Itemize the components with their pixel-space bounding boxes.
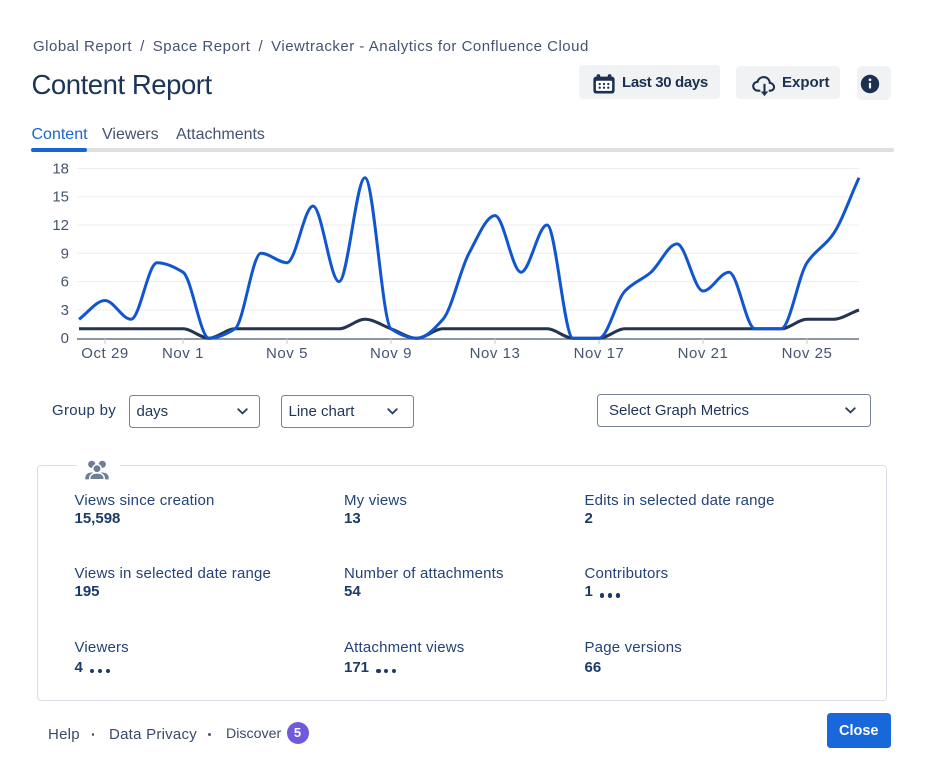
- svg-text:Nov 21: Nov 21: [678, 345, 729, 362]
- svg-text:Oct 29: Oct 29: [81, 345, 129, 362]
- svg-text:Nov 5: Nov 5: [266, 345, 308, 362]
- svg-text:6: 6: [61, 274, 69, 291]
- svg-text:Nov 9: Nov 9: [370, 345, 412, 362]
- svg-text:Nov 1: Nov 1: [162, 345, 204, 362]
- svg-text:0: 0: [61, 330, 69, 347]
- svg-text:Nov 13: Nov 13: [470, 345, 521, 362]
- svg-text:12: 12: [52, 217, 69, 234]
- svg-text:Nov 17: Nov 17: [574, 345, 625, 362]
- svg-text:18: 18: [52, 160, 69, 177]
- svg-text:Nov 25: Nov 25: [782, 345, 833, 362]
- svg-text:15: 15: [52, 189, 69, 206]
- svg-text:9: 9: [61, 245, 69, 262]
- svg-text:3: 3: [61, 302, 69, 319]
